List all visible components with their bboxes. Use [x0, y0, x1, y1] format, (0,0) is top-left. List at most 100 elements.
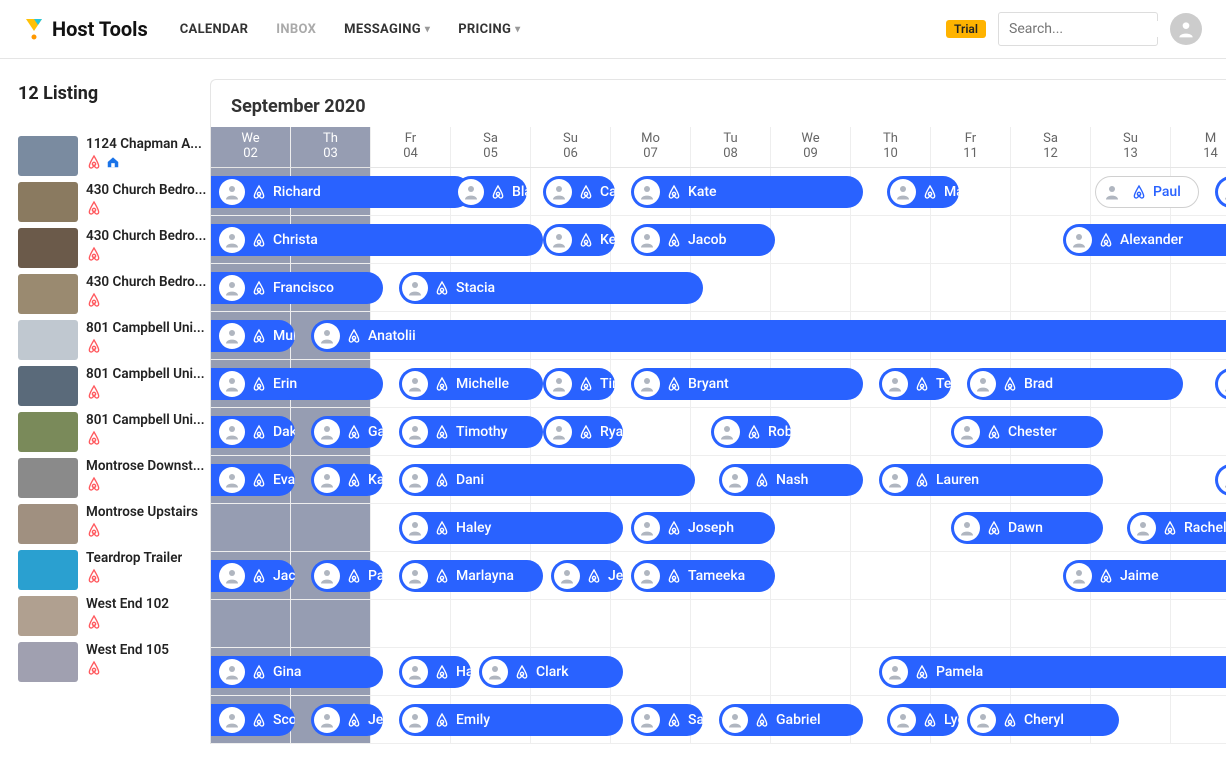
calendar-cell[interactable]: [771, 648, 851, 695]
calendar-cell[interactable]: [851, 408, 931, 455]
listing-item[interactable]: 801 Campbell Uni...: [18, 320, 210, 360]
reservation-pill[interactable]: Kate: [631, 176, 863, 208]
calendar-cell[interactable]: [691, 264, 771, 311]
reservation-pill[interactable]: Dani: [399, 464, 695, 496]
calendar-cell[interactable]: [371, 600, 451, 647]
calendar-cell[interactable]: [771, 216, 851, 263]
calendar-cell[interactable]: [851, 216, 931, 263]
calendar-cell[interactable]: [1011, 600, 1091, 647]
reservation-pill[interactable]: Cheryl: [967, 704, 1119, 736]
reservation-pill[interactable]: Ker: [543, 224, 615, 256]
nav-messaging[interactable]: MESSAGING ▾: [344, 22, 430, 37]
reservation-pill[interactable]: Hal: [399, 656, 471, 688]
calendar-cell[interactable]: [851, 504, 931, 551]
reservation-pill[interactable]: Rya: [543, 416, 623, 448]
reservation-pill[interactable]: Joseph: [631, 512, 775, 544]
brand-logo[interactable]: Host Tools: [24, 17, 148, 41]
calendar-cell[interactable]: [1171, 600, 1226, 647]
search-input[interactable]: [1009, 21, 1187, 37]
calendar-cell[interactable]: [1091, 456, 1171, 503]
reservation-pill[interactable]: Jef: [551, 560, 623, 592]
user-avatar[interactable]: [1170, 13, 1202, 45]
reservation-pill[interactable]: Gab: [311, 416, 383, 448]
reservation-pill[interactable]: Robi: [711, 416, 791, 448]
reservation-pill[interactable]: Marlayna: [399, 560, 543, 592]
listing-item[interactable]: 801 Campbell Uni...: [18, 412, 210, 452]
calendar-cell[interactable]: [851, 552, 931, 599]
reservation-pill[interactable]: Jer: [311, 704, 383, 736]
reservation-pill[interactable]: Christa: [211, 224, 543, 256]
calendar-cell[interactable]: [1091, 408, 1171, 455]
calendar-cell[interactable]: [771, 600, 851, 647]
reservation-pill[interactable]: Bla: [455, 176, 527, 208]
reservation-pill[interactable]: Anatolii: [311, 320, 1226, 352]
listing-item[interactable]: 430 Church Bedro...: [18, 182, 210, 222]
reservation-pill[interactable]: Gina: [211, 656, 383, 688]
reservation-pill[interactable]: Tim: [543, 368, 615, 400]
nav-inbox[interactable]: INBOX: [276, 22, 316, 37]
reservation-pill[interactable]: Stacia: [399, 272, 703, 304]
reservation-pill[interactable]: Michelle: [399, 368, 543, 400]
listing-item[interactable]: 430 Church Bedro...: [18, 228, 210, 268]
calendar-cell[interactable]: [291, 504, 371, 551]
reservation-pill[interactable]: Gabriel: [719, 704, 863, 736]
calendar-cell[interactable]: [931, 600, 1011, 647]
calendar-cell[interactable]: [691, 648, 771, 695]
listing-item[interactable]: 801 Campbell Uni...: [18, 366, 210, 406]
reservation-pill[interactable]: Lyd: [887, 704, 959, 736]
reservation-pill[interactable]: Ter: [879, 368, 951, 400]
reservation-pill[interactable]: Scot: [211, 704, 295, 736]
calendar-cell[interactable]: [851, 264, 931, 311]
reservation-pill[interactable]: Richard: [211, 176, 471, 208]
calendar-cell[interactable]: [771, 504, 851, 551]
calendar-cell[interactable]: [771, 552, 851, 599]
reservation-pill[interactable]: Tameeka: [631, 560, 775, 592]
reservation-pill[interactable]: Pamela: [879, 656, 1226, 688]
reservation-pill[interactable]: Pat: [311, 560, 383, 592]
calendar-cell[interactable]: [211, 600, 291, 647]
calendar-cell[interactable]: [611, 408, 691, 455]
listing-item[interactable]: West End 105: [18, 642, 210, 682]
calendar-cell[interactable]: [1171, 696, 1226, 743]
reservation-pill[interactable]: Lauren: [879, 464, 1103, 496]
search-box[interactable]: [998, 12, 1158, 46]
listing-item[interactable]: West End 102: [18, 596, 210, 636]
reservation-pill[interactable]: Brad: [967, 368, 1183, 400]
calendar-cell[interactable]: [1171, 264, 1226, 311]
reservation-pill[interactable]: Paul: [1095, 176, 1199, 208]
reservation-pill[interactable]: Kat: [311, 464, 383, 496]
nav-pricing[interactable]: PRICING ▾: [458, 22, 520, 37]
calendar-cell[interactable]: [1091, 600, 1171, 647]
calendar-cell[interactable]: [771, 264, 851, 311]
calendar-cell[interactable]: [1011, 264, 1091, 311]
reservation-pill[interactable]: Francisco: [211, 272, 383, 304]
calendar-cell[interactable]: [851, 600, 931, 647]
listing-item[interactable]: Montrose Downst...: [18, 458, 210, 498]
calendar-cell[interactable]: [931, 552, 1011, 599]
calendar-cell[interactable]: [691, 600, 771, 647]
calendar-cell[interactable]: [1171, 408, 1226, 455]
reservation-pill[interactable]: Ma: [887, 176, 959, 208]
listing-item[interactable]: 1124 Chapman A...: [18, 136, 210, 176]
reservation-pill[interactable]: Timothy: [399, 416, 543, 448]
calendar-cell[interactable]: [611, 600, 691, 647]
reservation-pill[interactable]: Car: [543, 176, 615, 208]
calendar-cell[interactable]: [291, 600, 371, 647]
reservation-pill[interactable]: Clark: [479, 656, 623, 688]
trial-badge[interactable]: Trial: [946, 20, 986, 38]
listing-item[interactable]: 430 Church Bedro...: [18, 274, 210, 314]
calendar-cell[interactable]: [611, 648, 691, 695]
reservation-pill[interactable]: Erin: [211, 368, 383, 400]
reservation-pill[interactable]: Jacob: [631, 224, 775, 256]
reservation-pill[interactable]: Haley: [399, 512, 623, 544]
calendar-cell[interactable]: [1091, 264, 1171, 311]
calendar-cell[interactable]: [1011, 168, 1091, 215]
nav-calendar[interactable]: CALENDAR: [180, 22, 249, 37]
calendar-cell[interactable]: [931, 216, 1011, 263]
reservation-pill[interactable]: Rachel: [1127, 512, 1226, 544]
reservation-pill[interactable]: Jaime: [1063, 560, 1226, 592]
reservation-pill[interactable]: Muh: [211, 320, 295, 352]
calendar-cell[interactable]: [531, 600, 611, 647]
calendar-cell[interactable]: [931, 264, 1011, 311]
reservation-pill[interactable]: Alexander: [1063, 224, 1226, 256]
